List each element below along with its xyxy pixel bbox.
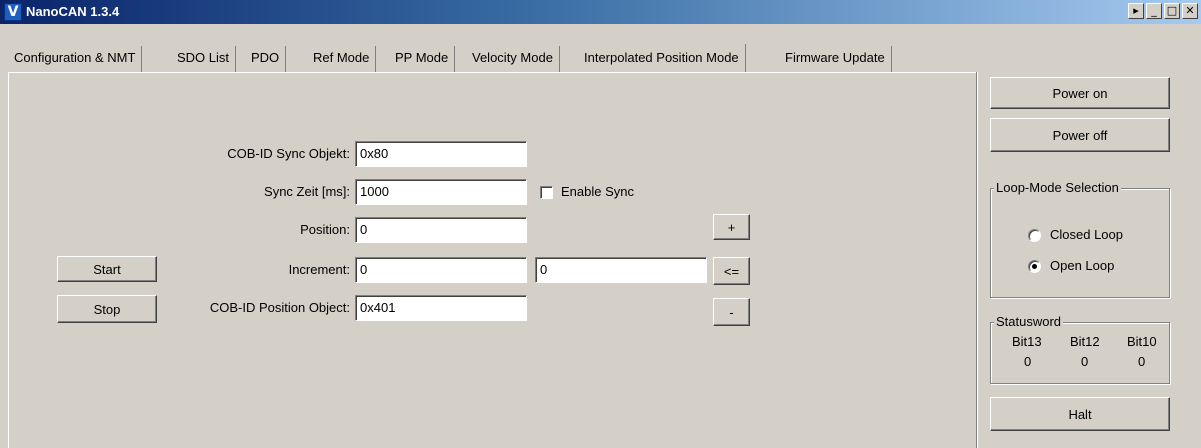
statusword-group — [990, 322, 1170, 384]
assign-increment-button[interactable]: <= — [713, 257, 750, 285]
open-loop-label: Open Loop — [1050, 258, 1115, 273]
increment-label: Increment: — [288, 262, 350, 277]
radio-selected-dot — [1032, 264, 1037, 269]
status-bit10-value: 0 — [1138, 354, 1146, 369]
enable-sync-label: Enable Sync — [561, 184, 634, 199]
scroll-arrow-icon[interactable]: ▸ — [1128, 3, 1144, 19]
loop-mode-title: Loop-Mode Selection — [994, 180, 1121, 195]
sync-time-label: Sync Zeit [ms]: — [264, 184, 350, 199]
enable-sync-checkbox[interactable] — [540, 186, 553, 199]
tab-velocity-mode[interactable]: Velocity Mode — [466, 46, 560, 72]
position-label: Position: — [300, 222, 350, 237]
status-bit13-label: Bit13 — [1012, 334, 1042, 349]
position-input[interactable]: 0 — [355, 217, 527, 243]
window-controls: ▸ _ □ ✕ — [1126, 3, 1198, 21]
tab-pp-mode[interactable]: PP Mode — [389, 46, 456, 72]
maximize-icon[interactable]: □ — [1164, 3, 1180, 19]
tab-configuration-nmt[interactable]: Configuration & NMT — [8, 46, 143, 72]
tab-ref-mode[interactable]: Ref Mode — [307, 46, 377, 72]
halt-button[interactable]: Halt — [990, 397, 1170, 431]
power-on-button[interactable]: Power on — [990, 77, 1170, 109]
closed-loop-label: Closed Loop — [1050, 227, 1123, 242]
tab-sdo-list[interactable]: SDO List — [171, 46, 237, 72]
status-bit12-value: 0 — [1081, 354, 1089, 369]
panel-divider — [976, 72, 978, 448]
status-bit12-label: Bit12 — [1070, 334, 1100, 349]
open-loop-radio[interactable] — [1028, 260, 1041, 273]
cob-sync-input[interactable]: 0x80 — [355, 141, 527, 167]
minimize-icon[interactable]: _ — [1146, 3, 1162, 19]
close-icon[interactable]: ✕ — [1182, 3, 1198, 19]
increment-target-input[interactable]: 0 — [535, 257, 707, 283]
loop-mode-group — [990, 188, 1170, 298]
power-off-button[interactable]: Power off — [990, 118, 1170, 152]
start-button[interactable]: Start — [57, 256, 157, 282]
stop-button[interactable]: Stop — [57, 295, 157, 323]
status-bit10-label: Bit10 — [1127, 334, 1157, 349]
cob-sync-label: COB-ID Sync Objekt: — [227, 146, 350, 161]
status-bit13-value: 0 — [1024, 354, 1032, 369]
cob-position-label: COB-ID Position Object: — [209, 300, 350, 315]
title-bar: V NanoCAN 1.3.4 ▸ _ □ ✕ — [0, 0, 1201, 24]
statusword-title: Statusword — [994, 314, 1064, 329]
increment-plus-button[interactable]: + — [713, 214, 750, 240]
tab-interpolated-position-mode[interactable]: Interpolated Position Mode — [578, 44, 746, 72]
closed-loop-radio[interactable] — [1028, 229, 1041, 242]
sync-time-input[interactable]: 1000 — [355, 179, 527, 205]
window-title: NanoCAN 1.3.4 — [26, 4, 120, 19]
tab-firmware-update[interactable]: Firmware Update — [779, 46, 892, 72]
increment-minus-button[interactable]: - — [713, 298, 750, 326]
increment-input[interactable]: 0 — [355, 257, 527, 283]
tab-pdo[interactable]: PDO — [245, 46, 287, 72]
app-logo-icon: V — [4, 3, 22, 21]
cob-position-input[interactable]: 0x401 — [355, 295, 527, 321]
